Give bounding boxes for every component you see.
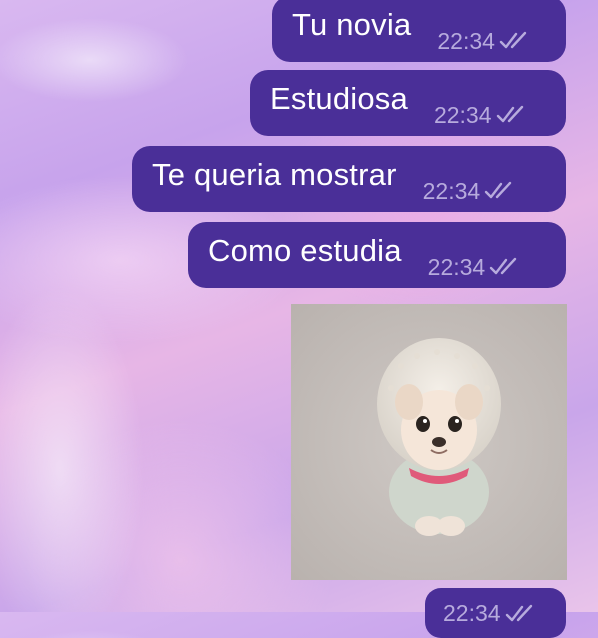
message-bubble[interactable]: Te queria mostrar 22:34 bbox=[132, 146, 566, 212]
message-bubble[interactable]: Como estudia 22:34 bbox=[188, 222, 566, 288]
double-check-icon bbox=[505, 604, 535, 624]
message-text: Estudiosa bbox=[270, 80, 408, 116]
double-check-icon bbox=[489, 257, 519, 277]
message-time: 22:34 bbox=[443, 600, 501, 626]
double-check-icon bbox=[496, 105, 526, 125]
message-meta: 22:34 bbox=[443, 600, 535, 627]
message-time: 22:34 bbox=[422, 177, 481, 204]
puppy-in-hoodie-image bbox=[291, 304, 567, 580]
message-time: 22:34 bbox=[427, 253, 486, 280]
message-bubble[interactable]: Estudiosa 22:34 bbox=[250, 70, 566, 136]
message-meta: 22:34 bbox=[428, 254, 520, 281]
message-meta: 22:34 bbox=[423, 178, 515, 205]
double-check-icon bbox=[499, 31, 529, 51]
image-message[interactable] bbox=[291, 304, 567, 580]
double-check-icon bbox=[484, 181, 514, 201]
message-text: Te queria mostrar bbox=[152, 156, 397, 192]
message-bubble-partial[interactable]: 22:34 bbox=[425, 588, 566, 638]
message-text: Como estudia bbox=[208, 232, 402, 268]
message-text: Tu novia bbox=[292, 6, 412, 42]
message-meta: 22:34 bbox=[434, 102, 526, 129]
message-meta: 22:34 bbox=[437, 28, 529, 55]
message-time: 22:34 bbox=[437, 27, 495, 54]
message-time: 22:34 bbox=[433, 101, 492, 128]
chat-conversation: Tu novia 22:34 Estudiosa 22:34 Te queria… bbox=[0, 0, 598, 638]
message-bubble[interactable]: Tu novia 22:34 bbox=[272, 0, 566, 62]
